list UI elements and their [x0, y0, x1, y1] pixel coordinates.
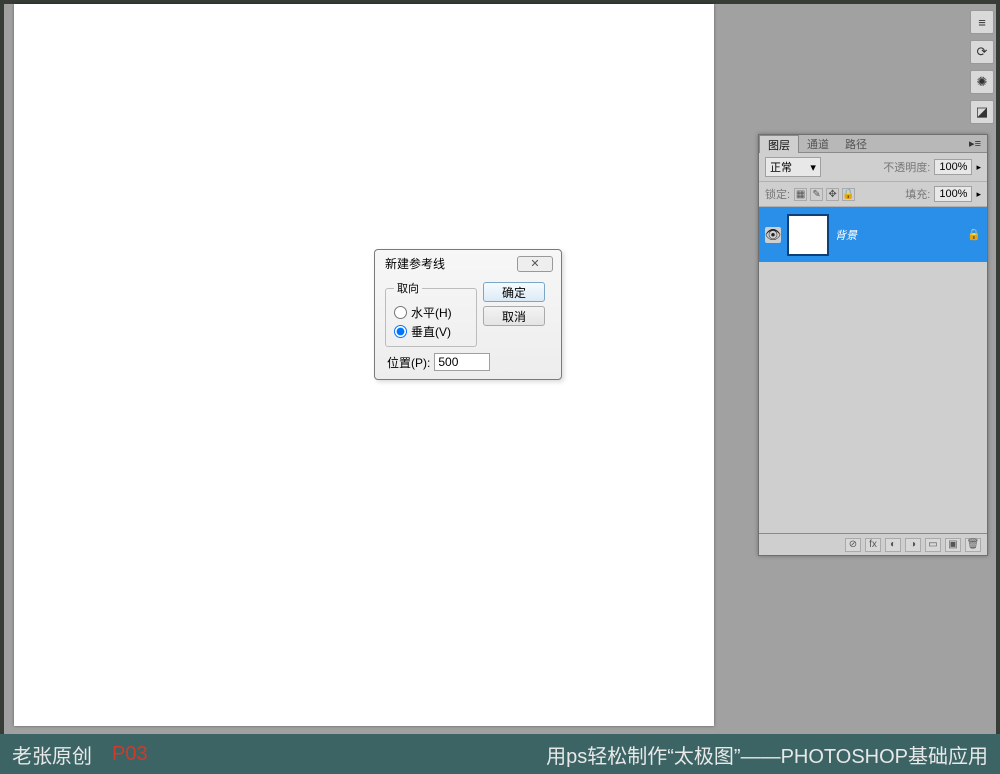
trash-icon[interactable]: 🗑 [965, 538, 981, 552]
new-layer-icon[interactable]: ▣ [945, 538, 961, 552]
side-icon-2[interactable]: ⟳ [970, 40, 994, 64]
layer-name[interactable]: 背景 [835, 227, 961, 243]
layer-row[interactable]: 👁 背景 🔒 [759, 207, 987, 262]
footer-author: 老张原创 [12, 740, 92, 769]
orientation-legend: 取向 [394, 280, 422, 296]
lock-position-icon[interactable]: ✥ [826, 188, 839, 201]
mask-icon[interactable]: ◐ [885, 538, 901, 552]
radio-horizontal-label: 水平(H) [411, 304, 452, 321]
lock-transparent-icon[interactable]: ▦ [794, 188, 807, 201]
tab-paths[interactable]: 路径 [837, 135, 875, 153]
opacity-value[interactable]: 100% [934, 159, 972, 175]
lock-icons: ▦ ✎ ✥ 🔒 [794, 188, 855, 201]
dialog-title-text: 新建参考线 [385, 255, 445, 272]
layer-list: 👁 背景 🔒 [759, 207, 987, 533]
visibility-eye-icon[interactable]: 👁 [765, 227, 781, 243]
lock-fill-row: 锁定: ▦ ✎ ✥ 🔒 填充: 100% ▸ [759, 182, 987, 207]
radio-horizontal[interactable]: 水平(H) [394, 304, 468, 321]
blend-opacity-row: 正常 ▾ 不透明度: 100% ▸ [759, 153, 987, 182]
dialog-titlebar: 新建参考线 ✕ [375, 250, 561, 274]
layer-lock-icon: 🔒 [967, 228, 981, 241]
tutorial-footer: 老张原创 P03 用ps轻松制作“太极图”——PHOTOSHOP基础应用 [0, 734, 1000, 774]
fill-label: 填充: [905, 186, 930, 202]
fx-icon[interactable]: fx [865, 538, 881, 552]
side-icon-1[interactable]: ≡ [970, 10, 994, 34]
radio-vertical[interactable]: 垂直(V) [394, 323, 468, 340]
adjustment-icon[interactable]: ◑ [905, 538, 921, 552]
side-icon-strip: ≡ ⟳ ✺ ◪ [968, 4, 996, 130]
lock-pixels-icon[interactable]: ✎ [810, 188, 823, 201]
layer-thumbnail[interactable] [787, 214, 829, 256]
position-label: 位置(P): [387, 354, 430, 371]
footer-title: 用ps轻松制作“太极图”——PHOTOSHOP基础应用 [546, 740, 988, 769]
lock-label: 锁定: [765, 186, 790, 202]
radio-vertical-input[interactable] [394, 325, 407, 338]
layer-panel-footer: ⊘ fx ◐ ◑ ▭ ▣ 🗑 [759, 533, 987, 555]
group-icon[interactable]: ▭ [925, 538, 941, 552]
layers-panel: 图层 通道 路径 ▸≡ 正常 ▾ 不透明度: 100% ▸ 锁定: ▦ ✎ ✥ … [758, 134, 988, 556]
ok-button[interactable]: 确定 [483, 282, 545, 302]
opacity-slider-icon[interactable]: ▸ [976, 162, 981, 173]
link-layers-icon[interactable]: ⊘ [845, 538, 861, 552]
blend-mode-select[interactable]: 正常 ▾ [765, 157, 821, 177]
position-row: 位置(P): [375, 349, 561, 371]
radio-vertical-label: 垂直(V) [411, 323, 451, 340]
dialog-close-button[interactable]: ✕ [517, 256, 553, 272]
tab-channels[interactable]: 通道 [799, 135, 837, 153]
fill-slider-icon[interactable]: ▸ [976, 189, 981, 200]
tab-layers[interactable]: 图层 [759, 135, 799, 153]
panel-menu-icon[interactable]: ▸≡ [963, 137, 987, 150]
footer-page: P03 [112, 743, 148, 766]
side-icon-4[interactable]: ◪ [970, 100, 994, 124]
position-input[interactable] [434, 353, 490, 371]
canvas[interactable] [14, 4, 714, 726]
radio-horizontal-input[interactable] [394, 306, 407, 319]
panel-tab-bar: 图层 通道 路径 ▸≡ [759, 135, 987, 153]
new-guide-dialog: 新建参考线 ✕ 取向 水平(H) 垂直(V) 确定 取消 位置(P): [374, 249, 562, 380]
opacity-label: 不透明度: [883, 159, 930, 175]
orientation-fieldset: 取向 水平(H) 垂直(V) [385, 280, 477, 347]
cancel-button[interactable]: 取消 [483, 306, 545, 326]
fill-value[interactable]: 100% [934, 186, 972, 202]
lock-all-icon[interactable]: 🔒 [842, 188, 855, 201]
side-icon-3[interactable]: ✺ [970, 70, 994, 94]
